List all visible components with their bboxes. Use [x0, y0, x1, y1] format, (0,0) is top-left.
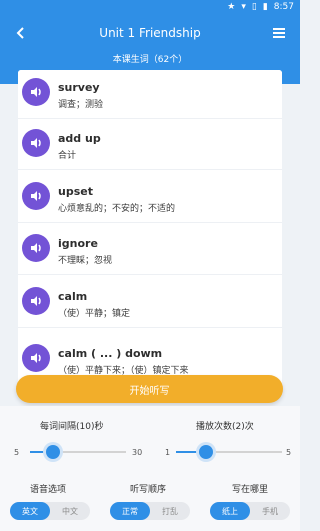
play-audio-button[interactable]	[22, 182, 50, 210]
where-option-phone[interactable]: 手机	[250, 502, 290, 520]
interval-slider[interactable]	[30, 445, 126, 459]
star-icon: ★	[227, 2, 236, 12]
order-toggle[interactable]: 正常 打乱	[110, 502, 190, 520]
repeat-slider[interactable]	[176, 445, 282, 459]
language-option-en[interactable]: 英文	[10, 502, 50, 520]
word-list[interactable]: survey 调查；测验 add up 合计 upset 心烦意乱的；不安的；不…	[18, 70, 282, 394]
divider	[18, 169, 282, 170]
interval-max: 30	[132, 448, 143, 457]
word-item[interactable]: survey 调查；测验	[18, 70, 282, 119]
hamburger-icon	[273, 28, 285, 38]
repeat-max: 5	[286, 448, 292, 457]
order-option-normal[interactable]: 正常	[110, 502, 150, 520]
divider	[18, 327, 282, 328]
word-text: calm ( ... ) dowm	[58, 347, 163, 360]
settings-panel: 每词间隔(10)秒 播放次数(2)次 5 30 1 5 语音选项 听写顺序 写在…	[0, 406, 300, 531]
word-item[interactable]: ignore 不理睬；忽视	[18, 226, 282, 275]
speaker-icon	[31, 138, 41, 148]
language-toggle[interactable]: 英文 中文	[10, 502, 90, 520]
app-bar: Unit 1 Friendship	[0, 16, 300, 50]
order-option-shuffle[interactable]: 打乱	[150, 502, 190, 520]
play-audio-button[interactable]	[22, 78, 50, 106]
slider-thumb[interactable]	[46, 445, 61, 459]
word-text: calm	[58, 290, 88, 303]
speaker-icon	[31, 353, 41, 363]
word-item[interactable]: add up 合计	[18, 121, 282, 170]
language-option-zh[interactable]: 中文	[50, 502, 90, 520]
menu-button[interactable]	[268, 22, 290, 44]
language-label: 语音选项	[30, 485, 67, 495]
play-audio-button[interactable]	[22, 287, 50, 315]
speaker-icon	[31, 243, 41, 253]
word-meaning: 不理睬；忽视	[58, 256, 113, 266]
word-text: upset	[58, 185, 93, 198]
battery-icon: ▮	[262, 2, 268, 12]
where-label: 写在哪里	[232, 485, 269, 495]
signal-icon: ▾	[241, 2, 246, 12]
word-count-title: 本课生词（62个）	[112, 55, 188, 65]
word-item[interactable]: upset 心烦意乱的；不安的；不适的	[18, 174, 282, 223]
where-toggle[interactable]: 纸上 手机	[210, 502, 290, 520]
play-audio-button[interactable]	[22, 234, 50, 262]
status-bar: ★ ▾ ▯ ▮ 8:57	[0, 0, 300, 16]
sim-icon: ▯	[251, 2, 257, 12]
back-button[interactable]	[10, 22, 32, 44]
divider	[18, 118, 282, 119]
divider	[18, 274, 282, 275]
word-item[interactable]: calm （使）平静；镇定	[18, 279, 282, 328]
repeat-min: 1	[165, 448, 171, 457]
page-title: Unit 1 Friendship	[99, 26, 201, 40]
play-audio-button[interactable]	[22, 129, 50, 157]
play-audio-button[interactable]	[22, 344, 50, 372]
word-meaning: （使）平静；镇定	[58, 309, 131, 319]
slider-thumb[interactable]	[199, 445, 213, 459]
interval-min: 5	[14, 448, 20, 457]
speaker-icon	[31, 191, 41, 201]
clock-time: 8:57	[273, 2, 294, 12]
speaker-icon	[31, 87, 41, 97]
word-meaning: 合计	[58, 151, 77, 161]
word-meaning: 心烦意乱的；不安的；不适的	[58, 204, 176, 214]
where-option-paper[interactable]: 纸上	[210, 502, 250, 520]
interval-label: 每词间隔(10)秒	[40, 422, 104, 432]
word-text: add up	[58, 132, 101, 145]
start-dictation-button[interactable]: 开始听写	[16, 375, 283, 403]
word-meaning: 调查；测验	[58, 100, 104, 110]
word-text: survey	[58, 81, 100, 94]
chevron-left-icon	[16, 27, 24, 39]
repeat-label: 播放次数(2)次	[196, 422, 254, 432]
speaker-icon	[31, 296, 41, 306]
order-label: 听写顺序	[130, 485, 167, 495]
divider	[18, 222, 282, 223]
word-text: ignore	[58, 237, 98, 250]
